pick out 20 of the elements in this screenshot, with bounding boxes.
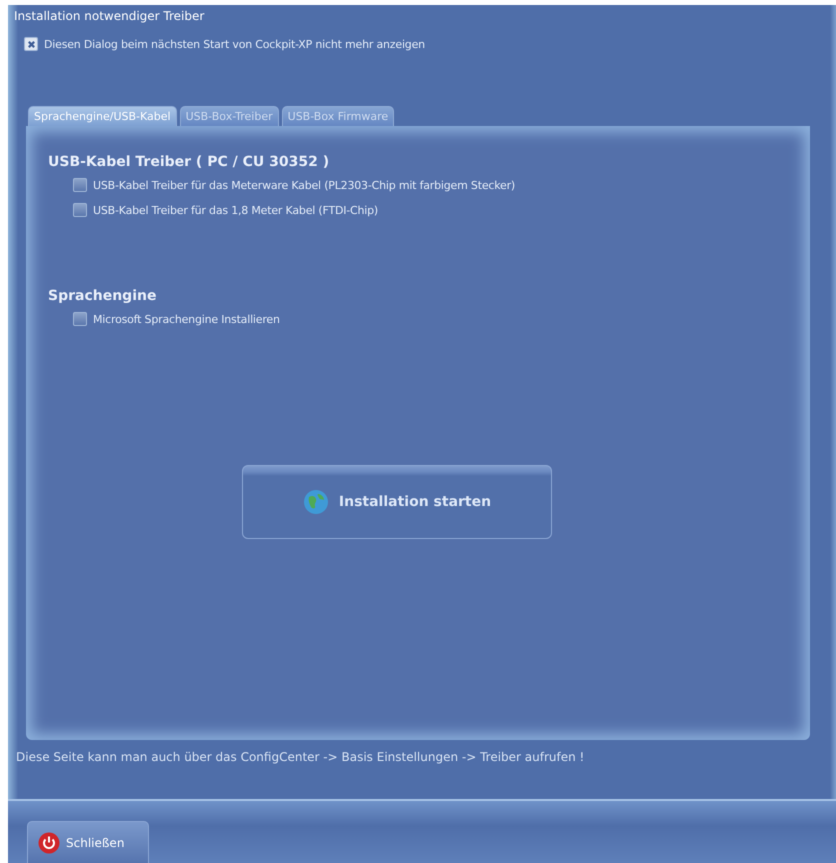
section-heading: USB-Kabel Treiber ( PC / CU 30352 ) <box>48 154 330 170</box>
cross-icon <box>26 40 36 48</box>
checkbox[interactable] <box>73 178 87 192</box>
globe-icon <box>302 489 329 515</box>
checkbox[interactable] <box>73 312 87 326</box>
window-title: Installation notwendiger Treiber <box>13 8 206 23</box>
tab[interactable]: Sprachengine/USB-Kabel <box>28 106 177 126</box>
checkbox-label: Diesen Dialog beim nächsten Start von Cockpit-XP nicht mehr anzeigen <box>44 38 425 50</box>
tab[interactable]: USB-Box-Treiber <box>180 106 279 126</box>
hint-text: Diese Seite kann man auch über das ConfigCenter -> Basis Einstellungen -> Treiber aufrufen ! <box>16 750 584 764</box>
install-button[interactable]: Installation starten <box>242 465 552 539</box>
section-heading: Sprachengine <box>48 288 158 304</box>
close-button[interactable]: Schließen <box>27 821 149 863</box>
power-icon <box>38 832 60 854</box>
checkbox-label: USB-Kabel Treiber für das 1,8 Meter Kabel (FTDI-Chip) <box>93 204 378 216</box>
checkbox[interactable] <box>24 37 38 51</box>
tab[interactable]: USB-Box Firmware <box>282 106 394 126</box>
checkbox-label: Microsoft Sprachengine Installieren <box>93 312 280 326</box>
checkbox-label: USB-Kabel Treiber für das Meterware Kabel (PL2303-Chip mit farbigem Stecker) <box>93 178 516 192</box>
checkbox[interactable] <box>73 203 87 217</box>
